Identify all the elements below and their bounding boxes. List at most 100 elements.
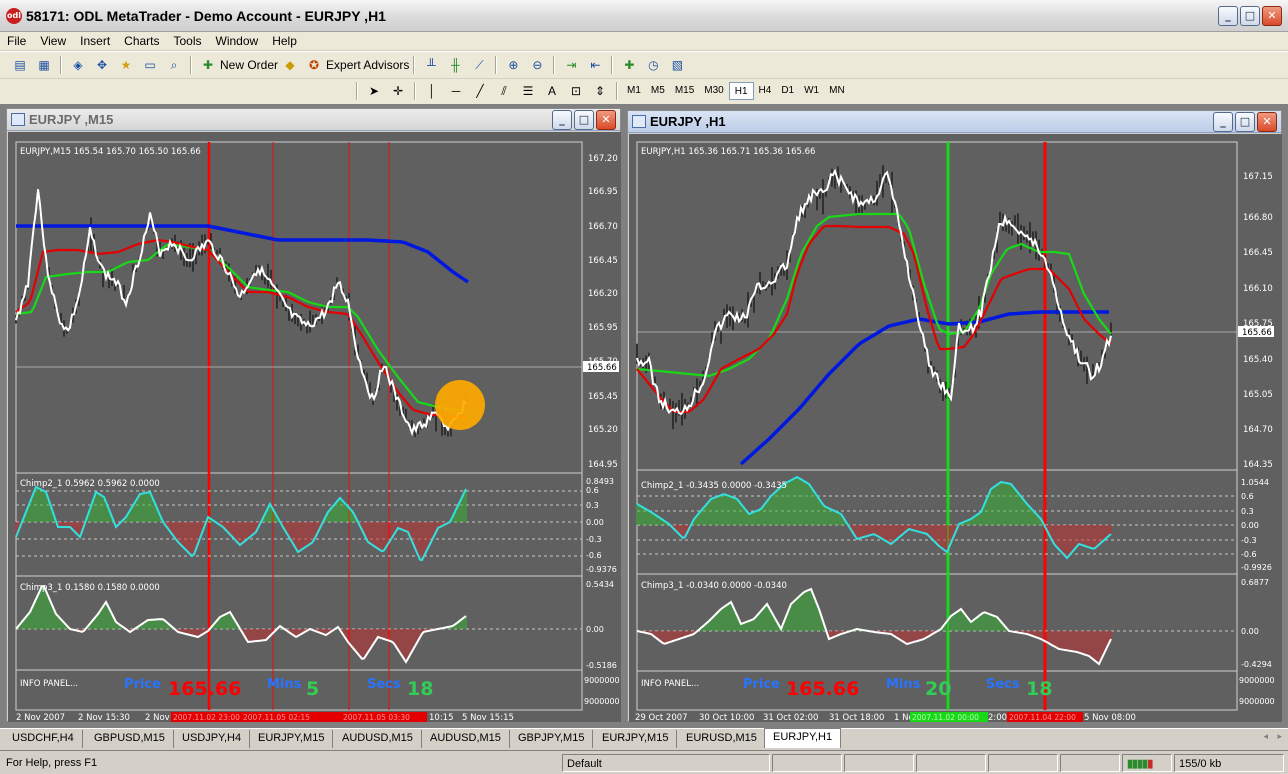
metaeditor-icon[interactable]: ◆ — [282, 57, 298, 73]
menu-tools[interactable]: Tools — [167, 32, 209, 50]
indicator1-scale: 1.0544 0.6 0.3 0.00 -0.3 -0.6 -0.9926 — [1241, 478, 1272, 572]
minimize-button[interactable]: _ — [1218, 6, 1238, 26]
tab-usdchf-h4[interactable]: USDCHF,H4 — [4, 730, 83, 748]
svg-text:29 Oct 2007: 29 Oct 2007 — [635, 713, 688, 722]
tab-audusd-m15[interactable]: AUDUSD,M15 — [334, 730, 422, 748]
text-tool-icon[interactable]: A — [544, 83, 560, 99]
favorites-icon[interactable]: ★ — [118, 57, 134, 73]
tf-d1[interactable]: D1 — [776, 82, 799, 100]
chart-close-button[interactable]: ✕ — [596, 110, 616, 130]
oscillator-chimp3 — [15, 585, 582, 664]
tf-mn[interactable]: MN — [824, 82, 850, 100]
svg-text:167.20: 167.20 — [588, 154, 618, 164]
chart-maximize-button[interactable]: □ — [574, 110, 594, 130]
svg-text:166.80: 166.80 — [1243, 213, 1273, 223]
chart-minimize-button[interactable]: _ — [552, 110, 572, 130]
periods-icon[interactable]: ◷ — [645, 57, 661, 73]
status-help: For Help, press F1 — [6, 757, 98, 769]
strategy-tester-icon[interactable]: ⌕ — [166, 57, 182, 73]
tab-usdjpy-h4[interactable]: USDJPY,H4 — [174, 730, 251, 748]
candlestick-icon[interactable]: ╫ — [447, 57, 463, 73]
chart-window-title-bar[interactable]: EURJPY ,M15 _ □ ✕ — [7, 109, 620, 131]
line-chart-icon[interactable]: ⟋ — [471, 57, 487, 73]
chart-window-eurjpy-m15[interactable]: EURJPY ,M15 _ □ ✕ EURJPY,M15 165.54 165.… — [6, 108, 621, 722]
tab-eurjpy-h1[interactable]: EURJPY,H1 — [764, 728, 842, 748]
info-panel-label: INFO PANEL... — [641, 679, 699, 689]
arrows-icon[interactable]: ⇕ — [592, 83, 608, 99]
market-watch-icon[interactable]: ◈ — [70, 57, 86, 73]
svg-text:0.8493: 0.8493 — [586, 477, 614, 486]
tf-m15[interactable]: M15 — [670, 82, 699, 100]
svg-text:5 Nov 15:15: 5 Nov 15:15 — [462, 713, 514, 722]
svg-text:0.6877: 0.6877 — [1241, 578, 1269, 587]
tab-eurjpy-m15[interactable]: EURJPY,M15 — [250, 730, 334, 748]
cursor-icon[interactable]: ➤ — [366, 83, 382, 99]
tf-m30[interactable]: M30 — [699, 82, 728, 100]
fibonacci-icon[interactable]: ☰ — [520, 83, 536, 99]
svg-text:2:00: 2:00 — [988, 713, 1007, 722]
tf-w1[interactable]: W1 — [799, 82, 824, 100]
close-button[interactable]: ✕ — [1262, 6, 1282, 26]
tab-eurusd-m15[interactable]: EURUSD,M15 — [678, 730, 766, 748]
trendline-icon[interactable]: ╱ — [472, 83, 488, 99]
profiles-icon[interactable]: ▦ — [36, 57, 52, 73]
tabs-scroll-left-icon[interactable]: ◂ — [1263, 732, 1268, 742]
maximize-button[interactable]: □ — [1240, 6, 1260, 26]
tab-gbpjpy-m15[interactable]: GBPJPY,M15 — [510, 730, 594, 748]
chart-header: EURJPY,H1 165.36 165.71 165.36 165.66 — [641, 147, 815, 157]
indicators-icon[interactable]: ✚ — [621, 57, 637, 73]
new-order-button[interactable]: ✚ New Order — [196, 57, 278, 73]
menu-bar: File View Insert Charts Tools Window Hel… — [0, 32, 1288, 50]
text-label-icon[interactable]: ⊡ — [568, 83, 584, 99]
chart-window-title-bar[interactable]: EURJPY ,H1 _ □ ✕ — [628, 111, 1281, 133]
svg-text:2 Nov 2007: 2 Nov 2007 — [16, 713, 65, 722]
svg-text:166.20: 166.20 — [588, 289, 618, 299]
chart-window-eurjpy-h1[interactable]: EURJPY ,H1 _ □ ✕ EURJPY,H1 165.36 165.71… — [627, 110, 1282, 722]
tf-h1[interactable]: H1 — [728, 82, 754, 100]
menu-help[interactable]: Help — [265, 32, 304, 50]
tf-h4[interactable]: H4 — [754, 82, 777, 100]
terminal-icon[interactable]: ▭ — [142, 57, 158, 73]
new-chart-icon[interactable]: ▤ — [12, 57, 28, 73]
svg-text:-0.5186: -0.5186 — [586, 661, 617, 670]
zoom-out-icon[interactable]: ⊖ — [529, 57, 545, 73]
svg-text:165.45: 165.45 — [588, 392, 618, 402]
tabs-scroll-right-icon[interactable]: ▸ — [1277, 732, 1282, 742]
svg-text:165.95: 165.95 — [588, 323, 618, 333]
menu-charts[interactable]: Charts — [117, 32, 166, 50]
svg-text:2 Nov: 2 Nov — [145, 713, 170, 722]
time-marker-label: 2007.11.05 03:30 — [343, 713, 410, 722]
chart-close-button[interactable]: ✕ — [1257, 112, 1277, 132]
svg-text:-0.6: -0.6 — [1241, 550, 1257, 559]
time-marker-label: 2007.11.02 00:00 — [912, 713, 979, 722]
auto-scroll-icon[interactable]: ⇥ — [563, 57, 579, 73]
tf-m5[interactable]: M5 — [646, 82, 670, 100]
vertical-line-icon[interactable]: │ — [424, 83, 440, 99]
tab-eurjpy-m15-2[interactable]: EURJPY,M15 — [594, 730, 678, 748]
chart-area[interactable]: EURJPY,M15 165.54 165.70 165.50 165.66 1… — [8, 132, 621, 722]
time-marker-label: 2007.11.02 23:00 — [173, 713, 240, 722]
chart-minimize-button[interactable]: _ — [1213, 112, 1233, 132]
expert-advisors-icon: ✪ — [308, 58, 320, 72]
templates-icon[interactable]: ▧ — [669, 57, 685, 73]
svg-text:164.70: 164.70 — [1243, 425, 1273, 435]
tab-gbpusd-m15[interactable]: GBPUSD,M15 — [86, 730, 174, 748]
bar-chart-icon[interactable]: ╨ — [423, 57, 439, 73]
menu-window[interactable]: Window — [209, 32, 266, 50]
horizontal-line-icon[interactable]: ─ — [448, 83, 464, 99]
tab-audusd-m15-2[interactable]: AUDUSD,M15 — [422, 730, 510, 748]
navigator-icon[interactable]: ✥ — [94, 57, 110, 73]
crosshair-icon[interactable]: ✛ — [390, 83, 406, 99]
zoom-in-icon[interactable]: ⊕ — [505, 57, 521, 73]
tf-m1[interactable]: M1 — [622, 82, 646, 100]
menu-insert[interactable]: Insert — [73, 32, 117, 50]
menu-view[interactable]: View — [33, 32, 73, 50]
menu-file[interactable]: File — [0, 32, 33, 50]
chart-maximize-button[interactable]: □ — [1235, 112, 1255, 132]
expert-advisors-button[interactable]: ✪ Expert Advisors — [302, 57, 409, 73]
svg-text:10:15: 10:15 — [429, 713, 454, 722]
blue-moving-average — [739, 310, 1109, 466]
chart-area[interactable]: EURJPY,H1 165.36 165.71 165.36 165.66 16… — [629, 134, 1282, 722]
chart-shift-icon[interactable]: ⇤ — [587, 57, 603, 73]
channel-icon[interactable]: ⫽ — [496, 83, 512, 99]
